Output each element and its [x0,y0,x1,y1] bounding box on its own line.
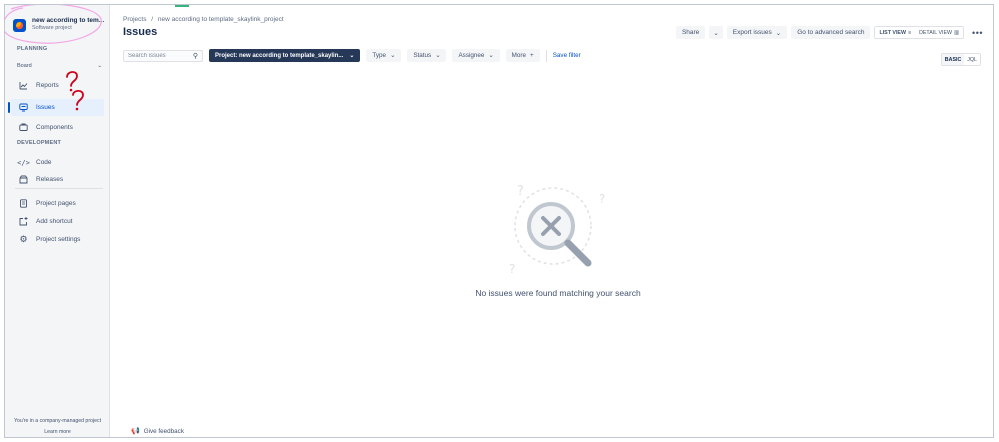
board-label: Board [17,63,32,69]
development-header: DEVELOPMENT [17,140,62,146]
advanced-search-button[interactable]: Go to advanced search [791,26,871,39]
view-toggle: LIST VIEW ≡ DETAIL VIEW ▥ [874,26,965,39]
project-name: new according to tem... [32,17,105,24]
sidebar-item-label: Project settings [36,236,81,243]
breadcrumb-projects[interactable]: Projects [123,16,146,23]
advanced-search-label: Go to advanced search [797,29,865,36]
list-view-toggle[interactable]: LIST VIEW ≡ [875,27,916,38]
megaphone-icon: 📢 [131,428,140,435]
give-feedback-button[interactable]: 📢 Give feedback [131,427,184,436]
assignee-filter-button[interactable]: Assignee ⌄ [452,49,500,62]
sidebar-item-project-pages[interactable]: Project pages [11,195,104,212]
planning-header: PLANNING [17,46,48,52]
svg-text:?: ? [509,262,515,276]
filter-bar: ⚲ Project: new according to template_ska… [123,49,581,62]
search-mode-toggle: BASIC JQL [940,53,981,66]
export-issues-button[interactable]: Export issues ⌄ [726,26,788,39]
sidebar-item-releases[interactable]: Releases [11,171,104,188]
sidebar-item-label: Issues [36,104,55,111]
page-icon [19,199,28,208]
search-input[interactable] [128,52,188,59]
sidebar-item-reports[interactable]: Reports [11,77,104,94]
sidebar-item-project-settings[interactable]: ⚙ Project settings [11,231,104,248]
empty-state-message: No issues were found matching your searc… [475,288,641,298]
chevron-down-icon: ⌄ [390,52,396,59]
detail-icon: ▥ [954,29,960,36]
page-title: Issues [123,26,158,38]
company-managed-note: You're in a company-managed project [13,418,102,424]
detail-view-toggle[interactable]: DETAIL VIEW ▥ [915,27,963,38]
breadcrumb: Projects / new according to template_ska… [123,16,284,23]
save-filter-link[interactable]: Save filter [553,52,581,59]
sidebar-item-components[interactable]: Components [11,119,104,136]
sidebar-item-code[interactable]: </> Code [11,154,104,171]
list-view-label: LIST VIEW [879,29,906,36]
export-label: Export issues [732,29,772,36]
learn-more-link[interactable]: Learn more [5,429,110,435]
search-icon: ⚲ [192,52,198,60]
svg-text:?: ? [517,184,524,199]
svg-text:?: ? [599,192,605,206]
plus-icon: + [530,52,534,59]
code-icon: </> [17,158,30,167]
sidebar-item-label: Code [36,159,52,166]
chevron-down-icon: ⌄ [713,29,719,37]
breadcrumb-separator: / [151,16,154,23]
project-avatar-icon [13,19,26,32]
sidebar-item-label: Project pages [36,200,76,207]
chevron-down-icon: ⌄ [775,29,782,37]
share-dropdown-button[interactable]: ⌄ [709,26,723,39]
give-feedback-label: Give feedback [143,427,184,435]
detail-view-label: DETAIL VIEW [919,29,953,36]
project-type: Software project [32,25,72,31]
list-icon: ≡ [907,29,912,36]
jql-mode-toggle[interactable]: JQL [964,54,980,65]
type-filter-label: Type [372,52,387,59]
share-label: Share [681,29,700,36]
releases-icon [19,175,28,184]
sidebar: new according to tem... Software project… [5,5,110,437]
gear-icon: ⚙ [19,234,28,244]
empty-search-illustration: ? ? ? [509,184,605,276]
header-actions: Share ⌄ Export issues ⌄ Go to advanced s… [675,26,987,39]
more-actions-button[interactable]: ••• [968,28,987,38]
sidebar-item-label: Reports [36,82,59,89]
assignee-filter-label: Assignee [458,52,485,59]
sidebar-divider [15,188,103,189]
sidebar-item-add-shortcut[interactable]: Add shortcut [11,213,104,230]
basic-mode-toggle[interactable]: BASIC [941,54,965,65]
chevron-down-icon: ⌄ [349,53,355,59]
sidebar-item-label: Add shortcut [36,218,73,225]
sidebar-item-issues[interactable]: Issues [8,99,104,116]
status-filter-button[interactable]: Status ⌄ [407,49,447,62]
breadcrumb-project[interactable]: new according to template_skaylink_proje… [158,16,284,23]
sidebar-item-label: Components [36,124,73,131]
project-header[interactable]: new according to tem... Software project [13,17,104,32]
type-filter-button[interactable]: Type ⌄ [366,49,402,62]
search-box: ⚲ [123,49,203,62]
more-filters-button[interactable]: More + [505,49,540,62]
project-filter-button[interactable]: Project: new according to template_skayl… [209,49,361,62]
sidebar-item-label: Releases [36,176,64,183]
chart-icon [19,81,28,90]
chevron-down-icon: ⌄ [97,63,102,69]
filter-divider [545,49,547,62]
add-shortcut-icon [19,217,28,226]
project-filter-label: Project: new according to template_skayl… [215,52,344,59]
main-content: Projects / new according to template_ska… [111,5,993,437]
app-window: new according to tem... Software project… [4,4,994,438]
components-icon [19,123,28,132]
share-button[interactable]: Share [675,26,706,39]
chevron-down-icon: ⌄ [488,52,494,59]
more-filters-label: More [511,52,527,59]
status-filter-label: Status [413,52,432,59]
issues-icon [19,103,28,112]
chevron-down-icon: ⌄ [435,52,441,59]
board-selector[interactable]: Board ⌄ [17,63,102,69]
